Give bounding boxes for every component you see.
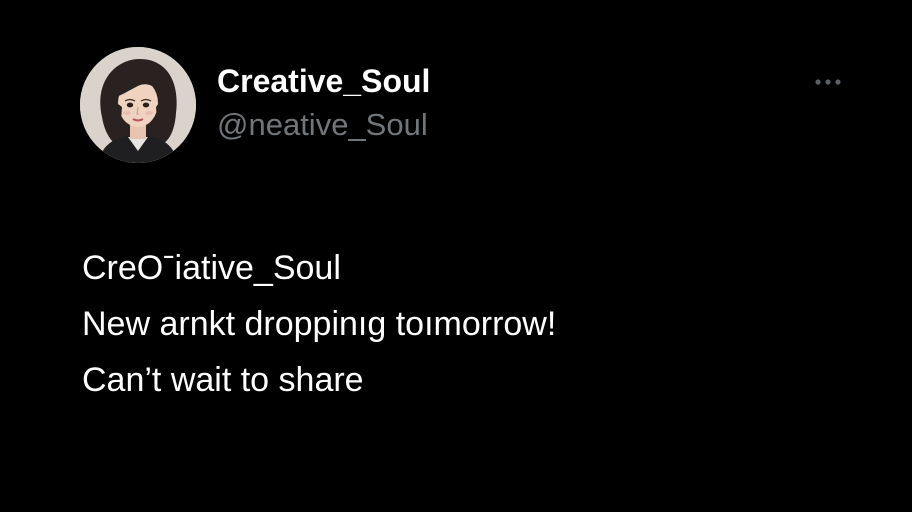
author-handle[interactable]: @neative_Soul xyxy=(217,106,428,144)
post-text-line: Can’t wait to share xyxy=(82,361,364,399)
more-options-icon xyxy=(815,79,841,85)
post-card: Creative_Soul @neative_Soul CreOˉiative_… xyxy=(0,0,912,512)
post-text-line: New arnkt droppinıg toımorrow! xyxy=(82,305,557,343)
avatar-portrait-icon xyxy=(80,47,196,163)
post-body-text: CreOˉiative_Soul New arnkt droppinıg toı… xyxy=(82,240,556,408)
author-avatar[interactable] xyxy=(80,47,196,163)
author-display-name[interactable]: Creative_Soul xyxy=(217,61,430,101)
more-options-button[interactable] xyxy=(808,70,848,94)
post-text-line: CreOˉiative_Soul xyxy=(82,249,341,287)
